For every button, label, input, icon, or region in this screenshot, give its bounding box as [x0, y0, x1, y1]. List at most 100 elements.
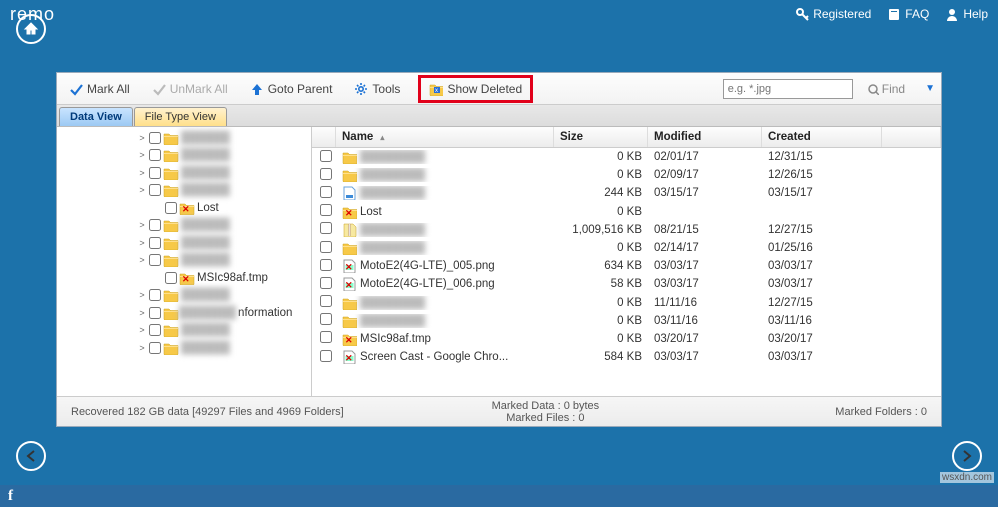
row-checkbox[interactable]: [320, 313, 332, 325]
tree-item[interactable]: MSIc98af.tmp: [57, 269, 311, 287]
row-checkbox[interactable]: [320, 277, 332, 289]
search-icon: [867, 83, 879, 95]
show-deleted-button[interactable]: Show Deleted: [423, 79, 528, 99]
file-created: 12/26/15: [762, 169, 882, 181]
tree-checkbox[interactable]: [149, 149, 161, 161]
tab-file-type-view[interactable]: File Type View: [134, 107, 227, 126]
tree-checkbox[interactable]: [149, 254, 161, 266]
tree-item[interactable]: >██████: [57, 217, 311, 235]
row-checkbox[interactable]: [320, 186, 332, 198]
facebook-icon[interactable]: f: [8, 488, 13, 505]
col-modified[interactable]: Modified: [648, 127, 762, 147]
tree-label: ██████: [179, 149, 230, 161]
tree-item[interactable]: Lost: [57, 199, 311, 217]
file-row[interactable]: ████████0 KB11/11/1612/27/15: [312, 294, 941, 312]
tree-checkbox[interactable]: [149, 132, 161, 144]
expander-icon[interactable]: >: [137, 325, 147, 335]
registered-link[interactable]: Registered: [795, 7, 871, 21]
tree-item[interactable]: > ██████: [57, 147, 311, 165]
file-name: ████████: [360, 187, 425, 199]
row-checkbox[interactable]: [320, 222, 332, 234]
tree-item[interactable]: >██████: [57, 129, 311, 147]
forward-button[interactable]: [952, 441, 982, 471]
find-dropdown-icon[interactable]: ▼: [925, 83, 935, 94]
col-size[interactable]: Size: [554, 127, 648, 147]
row-checkbox[interactable]: [320, 295, 332, 307]
tree-checkbox[interactable]: [149, 184, 161, 196]
up-arrow-icon: [250, 82, 264, 96]
expander-icon[interactable]: >: [137, 185, 147, 195]
faq-link[interactable]: FAQ: [887, 7, 929, 21]
tools-button[interactable]: Tools: [348, 79, 406, 99]
tree-checkbox[interactable]: [149, 289, 161, 301]
expander-icon[interactable]: >: [137, 150, 147, 160]
tree-checkbox[interactable]: [165, 272, 177, 284]
tree-item[interactable]: >██████: [57, 339, 311, 357]
tree-checkbox[interactable]: [149, 237, 161, 249]
search-input[interactable]: [723, 79, 853, 99]
tree-item[interactable]: >██████: [57, 164, 311, 182]
tree-item[interactable]: >██████: [57, 182, 311, 200]
row-checkbox[interactable]: [320, 168, 332, 180]
tree-checkbox[interactable]: [149, 167, 161, 179]
expander-icon[interactable]: >: [137, 290, 147, 300]
col-name[interactable]: Name▴: [336, 127, 554, 147]
row-checkbox[interactable]: [320, 259, 332, 271]
tree-checkbox[interactable]: [149, 324, 161, 336]
arrow-right-icon: [959, 448, 975, 464]
file-size: 0 KB: [554, 297, 648, 309]
expander-icon[interactable]: >: [137, 220, 147, 230]
expander-icon[interactable]: >: [137, 168, 147, 178]
file-row[interactable]: ████████0 KB02/01/1712/31/15: [312, 148, 941, 166]
grid-body[interactable]: ████████0 KB02/01/1712/31/15████████0 KB…: [312, 148, 941, 396]
col-created[interactable]: Created: [762, 127, 882, 147]
file-modified: 03/03/17: [648, 278, 762, 290]
row-checkbox[interactable]: [320, 331, 332, 343]
view-tabs: Data View File Type View: [57, 105, 941, 127]
file-row[interactable]: MotoE2(4G-LTE)_006.png58 KB03/03/1703/03…: [312, 275, 941, 293]
find-button[interactable]: Find: [863, 82, 909, 96]
help-link[interactable]: Help: [945, 7, 988, 21]
expander-icon[interactable]: >: [137, 238, 147, 248]
tree-checkbox[interactable]: [149, 219, 161, 231]
file-row[interactable]: MotoE2(4G-LTE)_005.png634 KB03/03/1703/0…: [312, 257, 941, 275]
expander-icon[interactable]: >: [137, 343, 147, 353]
row-checkbox[interactable]: [320, 241, 332, 253]
deleted-folder-icon: [179, 201, 195, 215]
tree-item[interactable]: >██████: [57, 322, 311, 340]
tree-item[interactable]: >██████: [57, 252, 311, 270]
tree-item[interactable]: > ██████: [57, 287, 311, 305]
row-checkbox[interactable]: [320, 350, 332, 362]
file-name: Lost: [360, 206, 382, 218]
file-row[interactable]: ████████0 KB03/11/1603/11/16: [312, 312, 941, 330]
back-button[interactable]: [16, 441, 46, 471]
file-row[interactable]: ████████0 KB02/09/1712/26/15: [312, 166, 941, 184]
row-checkbox[interactable]: [320, 150, 332, 162]
home-button[interactable]: [16, 14, 46, 44]
file-row[interactable]: ████████1,009,516 KB08/21/1512/27/15: [312, 221, 941, 239]
unmark-all-button[interactable]: UnMark All: [146, 79, 234, 99]
tree-checkbox[interactable]: [165, 202, 177, 214]
goto-parent-button[interactable]: Goto Parent: [244, 79, 339, 99]
tree-item[interactable]: >███████ nformation: [57, 304, 311, 322]
file-row[interactable]: Screen Cast - Google Chro...584 KB03/03/…: [312, 348, 941, 366]
expander-icon[interactable]: >: [137, 133, 147, 143]
show-deleted-highlight: Show Deleted: [418, 75, 533, 103]
tree-label: ██████: [179, 289, 230, 301]
expander-icon[interactable]: >: [137, 255, 147, 265]
tree-item[interactable]: >██████: [57, 234, 311, 252]
file-created: 12/27/15: [762, 224, 882, 236]
mark-all-button[interactable]: Mark All: [63, 79, 136, 99]
expander-icon[interactable]: >: [137, 308, 147, 318]
tab-data-view[interactable]: Data View: [59, 107, 133, 126]
file-row[interactable]: ████████0 KB02/14/1701/25/16: [312, 239, 941, 257]
file-row[interactable]: MSIc98af.tmp0 KB03/20/1703/20/17: [312, 330, 941, 348]
file-size: 634 KB: [554, 260, 648, 272]
tree-checkbox[interactable]: [149, 342, 161, 354]
tree-checkbox[interactable]: [149, 307, 161, 319]
folder-icon: [342, 150, 357, 164]
file-row[interactable]: Lost0 KB: [312, 203, 941, 221]
row-checkbox[interactable]: [320, 204, 332, 216]
folder-tree[interactable]: >██████>██████>██████>██████Lost>██████>…: [57, 127, 312, 396]
file-row[interactable]: ████████244 KB03/15/1703/15/17: [312, 184, 941, 202]
